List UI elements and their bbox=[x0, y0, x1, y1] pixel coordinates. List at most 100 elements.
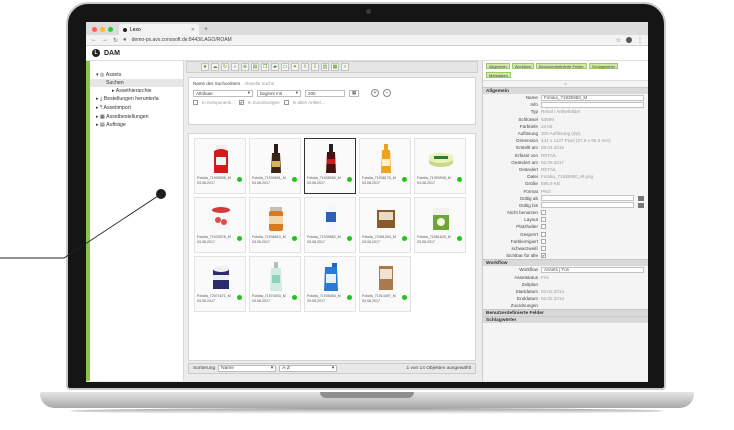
panel-tab-chip[interactable]: Workflow bbox=[511, 63, 534, 69]
copy-icon[interactable]: ❐ bbox=[261, 63, 269, 71]
asset-tile[interactable]: Fotolia_71935906_M 03.08.2017 bbox=[194, 138, 246, 194]
filter-icon[interactable]: ▿ bbox=[341, 63, 349, 71]
property-checkbox[interactable] bbox=[541, 246, 546, 252]
refresh-icon[interactable]: ↻ bbox=[221, 63, 229, 71]
search-value-input[interactable]: 200 bbox=[305, 89, 345, 97]
property-checkbox[interactable] bbox=[541, 231, 546, 237]
sidebar-item-assets[interactable]: ▾ ◎ Assets bbox=[86, 71, 183, 79]
section-general[interactable]: Allgemein bbox=[483, 87, 648, 94]
asset-tile[interactable]: Fotolia_72071671_M 03.08.2017 bbox=[194, 256, 246, 312]
property-row: Erfasst von RETAIL bbox=[483, 152, 648, 159]
asset-tile[interactable]: Fotolia_71939891_M 03.08.2017 bbox=[249, 138, 301, 194]
search-icon[interactable]: ⌕ bbox=[231, 63, 239, 71]
asset-tile[interactable]: Fotolia_72081304_M 03.08.2017 bbox=[359, 197, 411, 253]
zoom-icon[interactable]: ⊕ bbox=[241, 63, 249, 71]
tab-close-icon[interactable]: ✕ bbox=[191, 27, 195, 33]
asset-tile[interactable]: Fotolia_71935084_M 03.08.2017 bbox=[304, 256, 356, 312]
components-checkbox[interactable] bbox=[193, 100, 198, 105]
assignments-checkbox[interactable]: ✔ bbox=[238, 100, 244, 105]
asset-tile[interactable]: Fotolia_71974003_M 03.08.2017 bbox=[249, 256, 301, 312]
panel-tab-chip[interactable]: Allgemein bbox=[486, 63, 510, 69]
folder-icon[interactable]: ▰ bbox=[271, 63, 279, 71]
property-value: 24 bit bbox=[541, 123, 553, 129]
current-search-label[interactable]: Aktuelle Suche bbox=[244, 81, 274, 86]
property-label: Dimension bbox=[516, 138, 538, 144]
property-value[interactable]: Assets | Foli bbox=[541, 266, 644, 273]
minimize-dot[interactable] bbox=[100, 27, 105, 32]
document-icon[interactable]: ▤ bbox=[251, 63, 259, 71]
panel-tab-chip[interactable]: Metadaten bbox=[486, 71, 511, 78]
url-field[interactable]: demo-px.avx.conosoft.de:8443/LAGO/ROAM bbox=[132, 37, 611, 43]
section-custom-fields[interactable]: Benutzerdefinierte Felder bbox=[483, 309, 648, 317]
panel-tab-chip[interactable]: Schlagwörter bbox=[588, 63, 619, 69]
reload-icon[interactable]: ↻ bbox=[113, 37, 118, 44]
profile-avatar[interactable] bbox=[626, 37, 632, 43]
bookmark-star-icon[interactable]: ☆ bbox=[616, 37, 621, 44]
asset-tile[interactable]: Fotolia_71935950_M 03.08.2017 bbox=[304, 138, 356, 194]
asset-caption: Fotolia_71935950_M 03.08.2017 bbox=[307, 176, 341, 185]
property-value: RETAIL bbox=[541, 152, 557, 158]
sidebar-item-assetbestellungen[interactable]: ▸ ▦ Assetbestellungen bbox=[86, 113, 183, 121]
back-icon[interactable]: ← bbox=[91, 37, 97, 43]
asset-caption: Fotolia_71933378_M 03.08.2017 bbox=[197, 235, 231, 244]
asset-tile[interactable]: Fotolia_72061628_M 03.08.2017 bbox=[414, 197, 466, 253]
operator-select[interactable]: beginnt mit ▾ bbox=[257, 89, 301, 97]
sort-order-select[interactable]: A-Z ▾ bbox=[279, 365, 338, 372]
date-input[interactable] bbox=[541, 202, 634, 209]
asset-tile[interactable]: Fotolia_71939582_M 03.08.2017 bbox=[304, 197, 356, 253]
browser-tab[interactable]: Lexo ✕ bbox=[119, 24, 199, 35]
calendar-icon[interactable]: ▦ bbox=[349, 89, 359, 97]
view-grid-icon[interactable]: ▦ bbox=[331, 63, 339, 71]
sidebar-item-assetimport[interactable]: ▸ ⤒ Assetimport bbox=[86, 104, 183, 113]
asset-caption: Fotolia_71993935_M 03.08.2017 bbox=[417, 176, 451, 185]
laptop-mockup: Lexo ✕ + ← → ↻ ● demo-px.avx.conosoft.de… bbox=[0, 0, 734, 430]
asset-tile[interactable]: Fotolia_71914497_M 03.08.2017 bbox=[359, 256, 411, 312]
asset-tile[interactable]: Fotolia_71993935_M 03.08.2017 bbox=[414, 138, 466, 194]
property-label: Farbkorrigiert bbox=[510, 238, 538, 244]
sidebar-item-auftraege[interactable]: ▸ ▤ Aufträge bbox=[86, 121, 183, 129]
settings-icon[interactable]: ✦ bbox=[291, 63, 299, 71]
property-checkbox[interactable] bbox=[541, 217, 546, 223]
asset-tile[interactable]: Fotolia_71936610_M 03.08.2017 bbox=[249, 197, 301, 253]
sidebar-item-bestellungen[interactable]: ▸ ⤓ Bestellungen herunterla bbox=[86, 95, 183, 104]
checkbox-row: schwarzweiß bbox=[483, 245, 648, 252]
panel-tab-chip[interactable]: Benutzerdefinierte Felder bbox=[535, 63, 587, 69]
browser-menu-icon[interactable]: ⋮ bbox=[637, 37, 643, 44]
remove-criterion-icon[interactable]: − bbox=[383, 89, 391, 97]
calendar-icon[interactable] bbox=[638, 195, 644, 201]
property-value[interactable] bbox=[541, 101, 644, 108]
status-dot-icon bbox=[402, 236, 407, 241]
forward-icon[interactable]: → bbox=[102, 37, 108, 43]
attribute-select[interactable]: Attribute ▾ bbox=[193, 89, 253, 97]
add-criterion-icon[interactable]: + bbox=[371, 89, 379, 97]
screen: Lexo ✕ + ← → ↻ ● demo-px.avx.conosoft.de… bbox=[86, 22, 648, 382]
zoom-dot[interactable] bbox=[108, 27, 113, 32]
date-input[interactable] bbox=[541, 195, 634, 202]
property-checkbox[interactable] bbox=[541, 224, 546, 230]
properties-panel: Allgemein Workflow Benutzerdefinierte Feld… bbox=[482, 61, 648, 381]
new-tab-icon[interactable]: + bbox=[204, 26, 208, 33]
checkbox-row: Nicht benutzen bbox=[483, 209, 648, 216]
property-value[interactable]: Fotolia_71935950_M bbox=[541, 94, 644, 101]
view-list-icon[interactable]: ▥ bbox=[321, 63, 329, 71]
car-icon[interactable]: ▭ bbox=[281, 63, 289, 71]
property-checkbox[interactable]: ✔ bbox=[541, 253, 546, 259]
sidebar-item-assethierarchie[interactable]: ▸ Assethierarchie bbox=[86, 87, 183, 95]
calendar-icon[interactable] bbox=[638, 202, 644, 208]
cloud-icon[interactable]: ☁ bbox=[211, 63, 219, 71]
download-icon[interactable]: ⇩ bbox=[311, 63, 319, 71]
property-checkbox[interactable] bbox=[541, 210, 546, 216]
section-keywords[interactable]: Schlagwörter bbox=[483, 316, 648, 324]
asset-tile[interactable]: Fotolia_71938175_M 03.08.2017 bbox=[359, 138, 411, 194]
all-articles-checkbox[interactable] bbox=[283, 100, 289, 105]
upload-icon[interactable]: ⇪ bbox=[301, 63, 309, 71]
sidebar-item-suchen[interactable]: Suchen bbox=[86, 79, 183, 87]
property-row: Workflow Assets | Foli bbox=[483, 266, 648, 273]
property-checkbox[interactable] bbox=[541, 238, 546, 244]
favorite-star-icon[interactable]: ★ bbox=[201, 63, 209, 71]
close-dot[interactable] bbox=[92, 27, 97, 32]
asset-tile[interactable]: Fotolia_71933378_M 03.08.2017 bbox=[194, 197, 246, 253]
sort-field-select[interactable]: Name ▾ bbox=[218, 365, 277, 372]
section-workflow[interactable]: Workflow bbox=[483, 259, 648, 267]
status-dot-icon bbox=[292, 236, 297, 241]
